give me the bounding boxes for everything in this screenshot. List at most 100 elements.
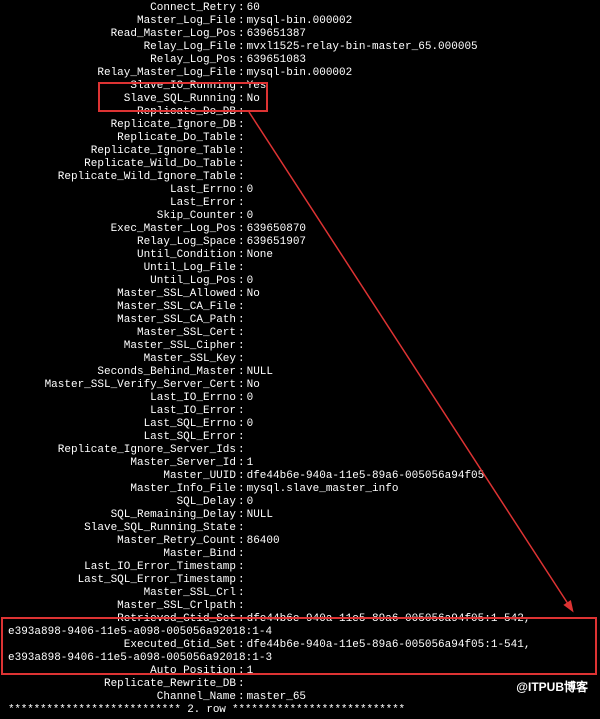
status-row: Skip_Counter:0 xyxy=(4,210,596,223)
status-label: Master_SSL_CA_Path xyxy=(4,314,236,327)
status-row: Master_SSL_Cipher: xyxy=(4,340,596,353)
status-row: Until_Log_Pos:0 xyxy=(4,275,596,288)
status-label: Master_SSL_Crl xyxy=(4,587,236,600)
status-row: Master_Retry_Count:86400 xyxy=(4,535,596,548)
status-label: SQL_Delay xyxy=(4,496,236,509)
status-row: Master_SSL_Key: xyxy=(4,353,596,366)
status-value: 639651083 xyxy=(247,54,306,67)
status-label: Slave_SQL_Running_State xyxy=(4,522,236,535)
status-row: Retrieved_Gtid_Set:dfe44b6e-940a-11e5-89… xyxy=(4,613,596,626)
status-label: Master_Log_File xyxy=(4,15,236,28)
status-label: Master_SSL_Crlpath xyxy=(4,600,236,613)
status-row: Master_SSL_Cert: xyxy=(4,327,596,340)
status-row: Master_SSL_CA_Path: xyxy=(4,314,596,327)
status-row: Replicate_Do_Table: xyxy=(4,132,596,145)
status-row-wrap: e393a898-9406-11e5-a098-005056a92018:1-3 xyxy=(4,652,596,665)
status-row: Last_SQL_Error: xyxy=(4,431,596,444)
status-label: Connect_Retry xyxy=(4,2,236,15)
status-label: Read_Master_Log_Pos xyxy=(4,28,236,41)
status-label: Seconds_Behind_Master xyxy=(4,366,236,379)
status-label: Master_SSL_CA_File xyxy=(4,301,236,314)
status-label: Replicate_Wild_Do_Table xyxy=(4,158,236,171)
status-row: Replicate_Ignore_Server_Ids: xyxy=(4,444,596,457)
status-label: Replicate_Do_Table xyxy=(4,132,236,145)
status-value: dfe44b6e-940a-11e5-89a6-005056a94f05:1-5… xyxy=(247,613,531,626)
status-label: Last_SQL_Error_Timestamp xyxy=(4,574,236,587)
status-row: Master_SSL_Allowed:No xyxy=(4,288,596,301)
status-value: 639651387 xyxy=(247,28,306,41)
status-label: Replicate_Rewrite_DB xyxy=(4,678,236,691)
status-row: Channel_Name:master_65 xyxy=(4,691,596,704)
status-value: 0 xyxy=(247,418,254,431)
status-row: Master_SSL_CA_File: xyxy=(4,301,596,314)
status-label: Skip_Counter xyxy=(4,210,236,223)
status-value: mysql.slave_master_info xyxy=(247,483,399,496)
status-value: NULL xyxy=(247,366,273,379)
status-label: Master_Info_File xyxy=(4,483,236,496)
status-value: 639650870 xyxy=(247,223,306,236)
status-row: Master_Log_File:mysql-bin.000002 xyxy=(4,15,596,28)
status-row: Replicate_Ignore_DB: xyxy=(4,119,596,132)
watermark: @ITPUB博客 xyxy=(510,679,594,696)
status-value: 60 xyxy=(247,2,260,15)
status-value: dfe44b6e-940a-11e5-89a6-005056a94f05:1-5… xyxy=(247,639,531,652)
status-row: Master_Bind: xyxy=(4,548,596,561)
status-row: Last_Error: xyxy=(4,197,596,210)
status-value: mysql-bin.000002 xyxy=(247,15,353,28)
status-value-wrap: e393a898-9406-11e5-a098-005056a92018:1-3 xyxy=(4,652,272,665)
status-label: SQL_Remaining_Delay xyxy=(4,509,236,522)
status-label: Master_Server_Id xyxy=(4,457,236,470)
status-row: Replicate_Wild_Ignore_Table: xyxy=(4,171,596,184)
status-label: Master_SSL_Cert xyxy=(4,327,236,340)
status-row: Replicate_Rewrite_DB: xyxy=(4,678,596,691)
status-value: 1 xyxy=(247,665,254,678)
status-row: Master_SSL_Crlpath: xyxy=(4,600,596,613)
status-label: Until_Log_Pos xyxy=(4,275,236,288)
status-label: Slave_IO_Running xyxy=(4,80,236,93)
status-label: Auto_Position xyxy=(4,665,236,678)
status-value: master_65 xyxy=(247,691,306,704)
status-row: Slave_SQL_Running_State: xyxy=(4,522,596,535)
status-row: Last_SQL_Error_Timestamp: xyxy=(4,574,596,587)
status-value: No xyxy=(247,379,260,392)
status-row: Exec_Master_Log_Pos:639650870 xyxy=(4,223,596,236)
status-label: Slave_SQL_Running xyxy=(4,93,236,106)
status-label: Replicate_Ignore_DB xyxy=(4,119,236,132)
status-row: Relay_Log_Space:639651907 xyxy=(4,236,596,249)
status-label: Last_SQL_Errno xyxy=(4,418,236,431)
status-row: Slave_IO_Running:Yes xyxy=(4,80,596,93)
status-row: Executed_Gtid_Set:dfe44b6e-940a-11e5-89a… xyxy=(4,639,596,652)
status-label: Master_UUID xyxy=(4,470,236,483)
status-value: 0 xyxy=(247,210,254,223)
status-value: dfe44b6e-940a-11e5-89a6-005056a94f05 xyxy=(247,470,485,483)
status-label: Relay_Log_Pos xyxy=(4,54,236,67)
status-row: Relay_Master_Log_File:mysql-bin.000002 xyxy=(4,67,596,80)
status-row: SQL_Remaining_Delay:NULL xyxy=(4,509,596,522)
status-row: Slave_SQL_Running:No xyxy=(4,93,596,106)
status-value: 0 xyxy=(247,392,254,405)
status-label: Master_SSL_Allowed xyxy=(4,288,236,301)
status-label: Last_IO_Error xyxy=(4,405,236,418)
status-label: Replicate_Ignore_Server_Ids xyxy=(4,444,236,457)
status-label: Replicate_Ignore_Table xyxy=(4,145,236,158)
status-label: Exec_Master_Log_Pos xyxy=(4,223,236,236)
status-row: Last_SQL_Errno:0 xyxy=(4,418,596,431)
status-value: No xyxy=(247,288,260,301)
status-label: Channel_Name xyxy=(4,691,236,704)
status-label: Relay_Log_File xyxy=(4,41,236,54)
status-value-wrap: e393a898-9406-11e5-a098-005056a92018:1-4 xyxy=(4,626,272,639)
status-row-wrap: e393a898-9406-11e5-a098-005056a92018:1-4 xyxy=(4,626,596,639)
status-label: Replicate_Do_DB xyxy=(4,106,236,119)
status-label: Retrieved_Gtid_Set xyxy=(4,613,236,626)
status-label: Until_Condition xyxy=(4,249,236,262)
status-label: Relay_Log_Space xyxy=(4,236,236,249)
status-value: Yes xyxy=(247,80,267,93)
status-value: 639651907 xyxy=(247,236,306,249)
status-value: None xyxy=(247,249,273,262)
status-row: SQL_Delay:0 xyxy=(4,496,596,509)
status-label: Master_Retry_Count xyxy=(4,535,236,548)
status-label: Last_IO_Error_Timestamp xyxy=(4,561,236,574)
status-label: Relay_Master_Log_File xyxy=(4,67,236,80)
status-label: Master_Bind xyxy=(4,548,236,561)
status-row: Master_UUID:dfe44b6e-940a-11e5-89a6-0050… xyxy=(4,470,596,483)
